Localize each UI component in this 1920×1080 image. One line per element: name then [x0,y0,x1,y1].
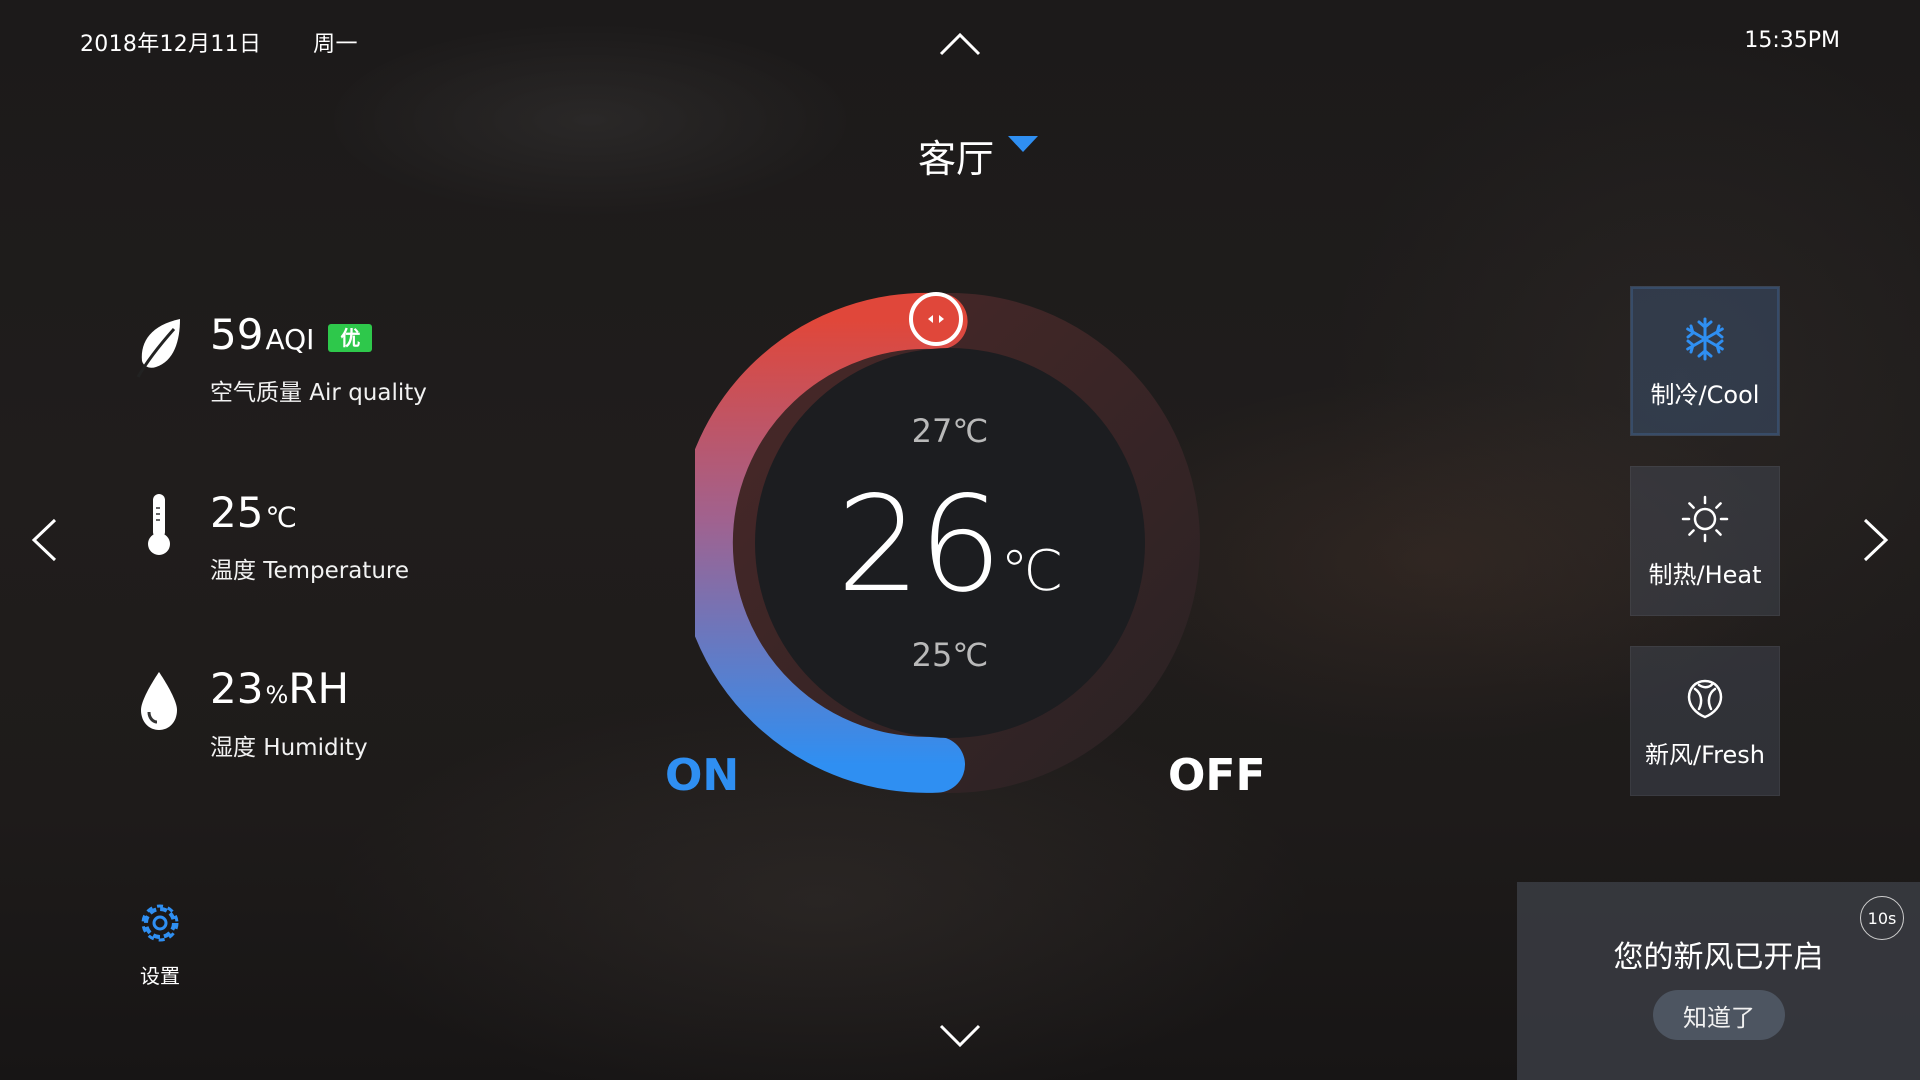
humidity-label: 湿度 Humidity [210,735,368,761]
lower-temp-limit: 25℃ [911,636,989,674]
caret-down-icon [1008,136,1039,158]
temperature-info: 25 ℃ 温度 Temperature [130,490,409,585]
chevron-up-icon[interactable] [930,24,990,64]
aqi-value: 59 [210,310,264,359]
humidity-info: 23 % RH 湿度 Humidity [130,666,368,762]
water-drop-icon [130,666,188,736]
weekday-text: 周一 [313,32,358,57]
mode-heat-button[interactable]: 制热/Heat [1630,466,1780,616]
power-off-button[interactable]: OFF [1168,750,1266,801]
air-quality-info: 59 AQI 优 空气质量 Air quality [130,312,427,407]
current-temp-unit: ℃ [1000,539,1064,604]
room-name: 客厅 [918,137,995,181]
temperature-value: 25 [210,488,264,537]
humidity-unit: RH [288,664,350,713]
sun-icon [1680,493,1730,545]
temperature-label: 温度 Temperature [210,558,410,584]
settings-label: 设置 [140,964,180,988]
notification-toast: 10s 您的新风已开启 知道了 [1517,882,1920,1080]
settings-button[interactable]: 设置 [130,900,190,989]
aqi-unit: AQI [265,323,315,356]
leaf-icon [130,312,188,382]
previous-arrow-icon[interactable] [24,510,64,570]
room-selector[interactable]: 客厅 [918,128,1039,183]
power-on-button[interactable]: ON [665,750,739,801]
humidity-value: 23 [210,664,264,713]
current-temperature: 26℃ [700,470,1200,620]
humidity-percent: % [265,681,289,709]
date-display: 2018年12月11日 周一 [80,26,358,58]
gear-icon [137,900,183,950]
mode-fresh-label: 新风/Fresh [1645,740,1765,769]
next-arrow-icon[interactable] [1856,510,1896,570]
chevron-down-icon[interactable] [930,1016,990,1056]
acknowledge-button[interactable]: 知道了 [1653,990,1785,1040]
mode-heat-label: 制热/Heat [1648,560,1762,589]
thermometer-icon [130,490,188,560]
mode-fresh-button[interactable]: 新风/Fresh [1630,646,1780,796]
aqi-badge: 优 [328,323,373,352]
dial-handle[interactable] [908,291,964,347]
mode-cool-label: 制冷/Cool [1650,380,1760,409]
temperature-unit: ℃ [265,501,297,534]
mode-cool-button[interactable]: 制冷/Cool [1630,286,1780,436]
fresh-air-icon [1681,673,1729,725]
air-quality-label: 空气质量 Air quality [210,380,427,406]
snowflake-icon [1682,313,1728,365]
time-display: 15:35PM [1744,28,1840,53]
date-text: 2018年12月11日 [80,32,262,57]
toast-message: 您的新风已开启 [1613,940,1824,975]
upper-temp-limit: 27℃ [911,412,989,450]
current-temp-value: 26 [836,468,1003,622]
